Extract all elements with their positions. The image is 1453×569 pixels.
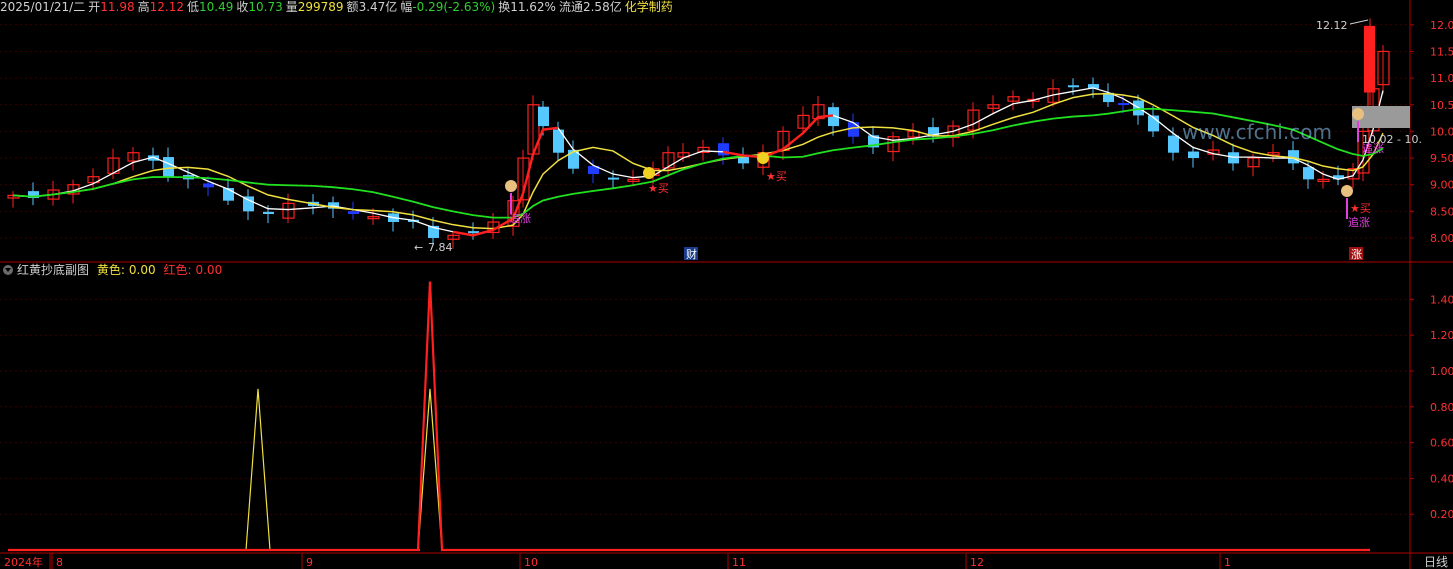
sub-y-tick-label: 0.40 <box>1430 472 1453 485</box>
x-tick-label: 8 <box>56 556 63 569</box>
smiley-icon <box>643 167 655 179</box>
candle-body <box>1303 167 1314 180</box>
badge-cai-label: 财 <box>686 247 697 261</box>
low-marker: 7.84 <box>428 241 453 254</box>
sub-y-tick-label: 0.80 <box>1430 401 1453 414</box>
candle-body <box>468 231 479 234</box>
price-chart[interactable]: 12.0011.5011.0010.5010.009.509.008.508.0… <box>0 0 1453 569</box>
candle-body <box>163 157 174 177</box>
candle-body <box>348 211 359 215</box>
sub-y-tick-label: 0.20 <box>1430 508 1453 521</box>
trend-red-line <box>452 126 559 237</box>
y-tick-label: 8.00 <box>1430 232 1453 245</box>
x-tick-label: 10 <box>524 556 538 569</box>
y-tick-label: 9.50 <box>1430 152 1453 165</box>
sub-series-red <box>8 281 1370 552</box>
money-bag-icon <box>1341 185 1353 197</box>
candle-body <box>1364 25 1375 93</box>
candle-body <box>608 177 619 180</box>
sub-y-tick-label: 1.20 <box>1430 329 1453 342</box>
yellow-label: 黄色: <box>96 263 125 277</box>
period-button[interactable]: 日线 <box>1424 555 1448 569</box>
x-tick-label: 11 <box>732 556 746 569</box>
x-tick-label: 9 <box>306 556 313 569</box>
red-label: 红色: <box>163 263 192 277</box>
candle-body <box>538 106 549 127</box>
ma10-line <box>12 92 1384 230</box>
sub-y-tick-label: 0.60 <box>1430 437 1453 450</box>
stock-chart-window: 2025/01/21/二 开11.98 高12.12 低10.49 收10.73 量299… <box>0 0 1453 569</box>
low-marker-arrow: ← <box>414 241 423 254</box>
candle-body <box>1228 152 1239 164</box>
candle-body <box>1168 135 1179 153</box>
high-marker: 12.12 <box>1316 19 1348 32</box>
signal-chase: 追涨 <box>1362 141 1384 155</box>
y-tick-label: 11.50 <box>1430 45 1453 58</box>
x-tick-label: 12 <box>970 556 984 569</box>
money-bag-icon <box>1352 108 1364 120</box>
x-tick-label: 1 <box>1224 556 1231 569</box>
y-tick-label: 10.00 <box>1430 125 1453 138</box>
candle-body <box>203 183 214 188</box>
red-value: 0.00 <box>195 263 223 277</box>
badge-zhang-label: 涨 <box>1351 248 1362 261</box>
y-tick-label: 8.50 <box>1430 205 1453 218</box>
signal-buy: ★买 <box>1350 202 1371 215</box>
signal-chase: 追涨 <box>509 211 531 225</box>
sub-chart-header: 红黄抄底副图 黄色: 0.00 红色: 0.00 <box>0 263 222 277</box>
sub-y-tick-label: 1.40 <box>1430 293 1453 306</box>
x-tick-label: 2024年 <box>4 555 43 569</box>
watermark: www.cfchi.com <box>1182 120 1332 144</box>
y-tick-label: 9.00 <box>1430 179 1453 192</box>
ma20-line <box>12 107 1384 219</box>
sub-chart-title: 红黄抄底副图 <box>17 263 90 277</box>
signal-chase: 追涨 <box>1348 215 1370 229</box>
high-marker-arrow <box>1349 19 1369 25</box>
sub-y-tick-label: 1.00 <box>1430 365 1453 378</box>
signal-buy: ★买 <box>648 182 669 195</box>
signal-buy: ★买 <box>766 170 787 183</box>
y-tick-label: 10.50 <box>1430 99 1453 112</box>
money-bag-icon <box>505 180 517 192</box>
sub-series-yellow <box>8 388 1370 551</box>
yellow-value: 0.00 <box>128 263 156 277</box>
y-tick-label: 11.00 <box>1430 72 1453 85</box>
candle-body <box>848 122 859 137</box>
candle-body <box>1118 103 1129 106</box>
candle-body <box>263 211 274 215</box>
collapse-toggle-icon[interactable] <box>3 265 13 275</box>
candle-body <box>1188 151 1199 159</box>
candle-body <box>1068 85 1079 88</box>
y-tick-label: 12.00 <box>1430 19 1453 32</box>
smiley-icon <box>757 152 769 164</box>
